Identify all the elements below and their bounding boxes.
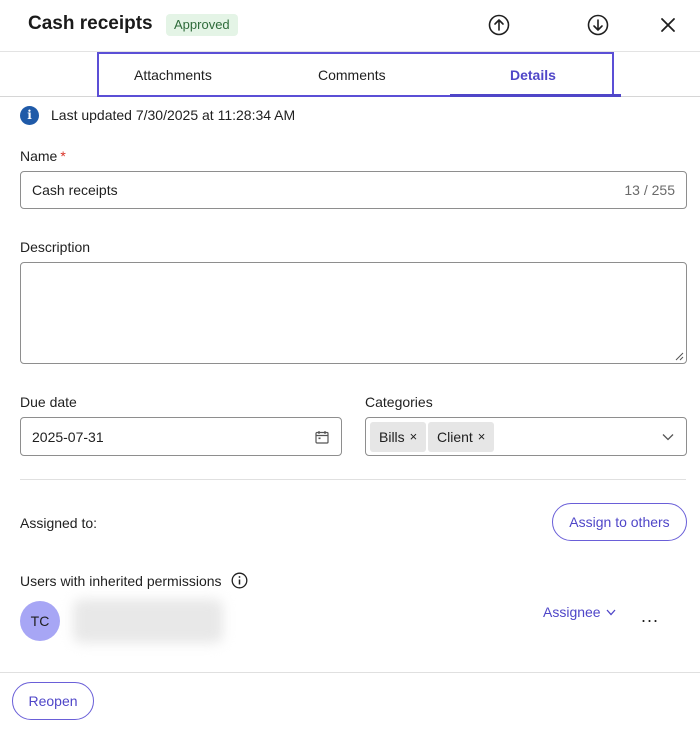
reopen-button[interactable]: Reopen bbox=[12, 682, 94, 720]
page-title: Cash receipts bbox=[28, 13, 153, 34]
name-value: Cash receipts bbox=[32, 182, 118, 198]
last-updated-row: i Last updated 7/30/2025 at 11:28:34 AM bbox=[20, 105, 295, 125]
category-chip-bills: Bills × bbox=[370, 422, 427, 452]
assigned-to-label: Assigned to: bbox=[20, 515, 98, 531]
tab-comments[interactable]: Comments bbox=[318, 67, 386, 83]
info-icon: i bbox=[20, 105, 39, 125]
name-label: Name * bbox=[20, 148, 66, 164]
categories-select[interactable]: Bills × Client × bbox=[365, 417, 687, 456]
tab-attachments[interactable]: Attachments bbox=[134, 67, 212, 83]
calendar-icon[interactable] bbox=[315, 430, 329, 444]
name-char-counter: 13 / 255 bbox=[624, 182, 675, 198]
arrow-up-circle-icon bbox=[488, 14, 510, 36]
due-date-field[interactable]: 2025-07-31 bbox=[20, 417, 342, 456]
active-tab-indicator bbox=[450, 94, 621, 97]
name-field[interactable]: Cash receipts 13 / 255 bbox=[20, 171, 687, 209]
description-field[interactable] bbox=[20, 262, 687, 364]
inherited-permissions-label: Users with inherited permissions bbox=[20, 572, 248, 589]
assign-to-others-button[interactable]: Assign to others bbox=[552, 503, 687, 541]
categories-label: Categories bbox=[365, 394, 433, 410]
role-label: Assignee bbox=[543, 604, 601, 620]
remove-chip-icon[interactable]: × bbox=[478, 422, 486, 452]
tab-details[interactable]: Details bbox=[510, 67, 556, 83]
section-divider bbox=[20, 479, 686, 480]
upload-button[interactable] bbox=[486, 12, 512, 38]
status-badge: Approved bbox=[166, 14, 238, 36]
close-button[interactable] bbox=[655, 12, 681, 38]
panel-header: Cash receipts Approved bbox=[0, 0, 700, 52]
chevron-down-icon[interactable] bbox=[662, 433, 674, 441]
resize-handle-icon[interactable] bbox=[674, 351, 684, 361]
chip-label: Bills bbox=[379, 429, 405, 445]
chip-label: Client bbox=[437, 429, 473, 445]
info-outline-icon[interactable] bbox=[231, 572, 248, 589]
avatar: TC bbox=[20, 601, 60, 641]
arrow-down-circle-icon bbox=[587, 14, 609, 36]
remove-chip-icon[interactable]: × bbox=[410, 422, 418, 452]
more-options-icon[interactable]: ... bbox=[641, 606, 659, 627]
panel-footer: Reopen bbox=[0, 672, 700, 735]
role-dropdown[interactable]: Assignee bbox=[543, 604, 616, 620]
tab-bar: Attachments Comments Details bbox=[0, 52, 700, 97]
category-chip-client: Client × bbox=[428, 422, 495, 452]
required-marker: * bbox=[60, 148, 66, 164]
last-updated-text: Last updated 7/30/2025 at 11:28:34 AM bbox=[51, 107, 296, 123]
due-date-label: Due date bbox=[20, 394, 77, 410]
close-icon bbox=[661, 18, 675, 32]
due-date-value: 2025-07-31 bbox=[32, 429, 104, 445]
description-label: Description bbox=[20, 239, 91, 255]
chevron-down-icon bbox=[606, 609, 616, 615]
download-button[interactable] bbox=[585, 12, 611, 38]
redacted-user-name bbox=[73, 599, 223, 643]
